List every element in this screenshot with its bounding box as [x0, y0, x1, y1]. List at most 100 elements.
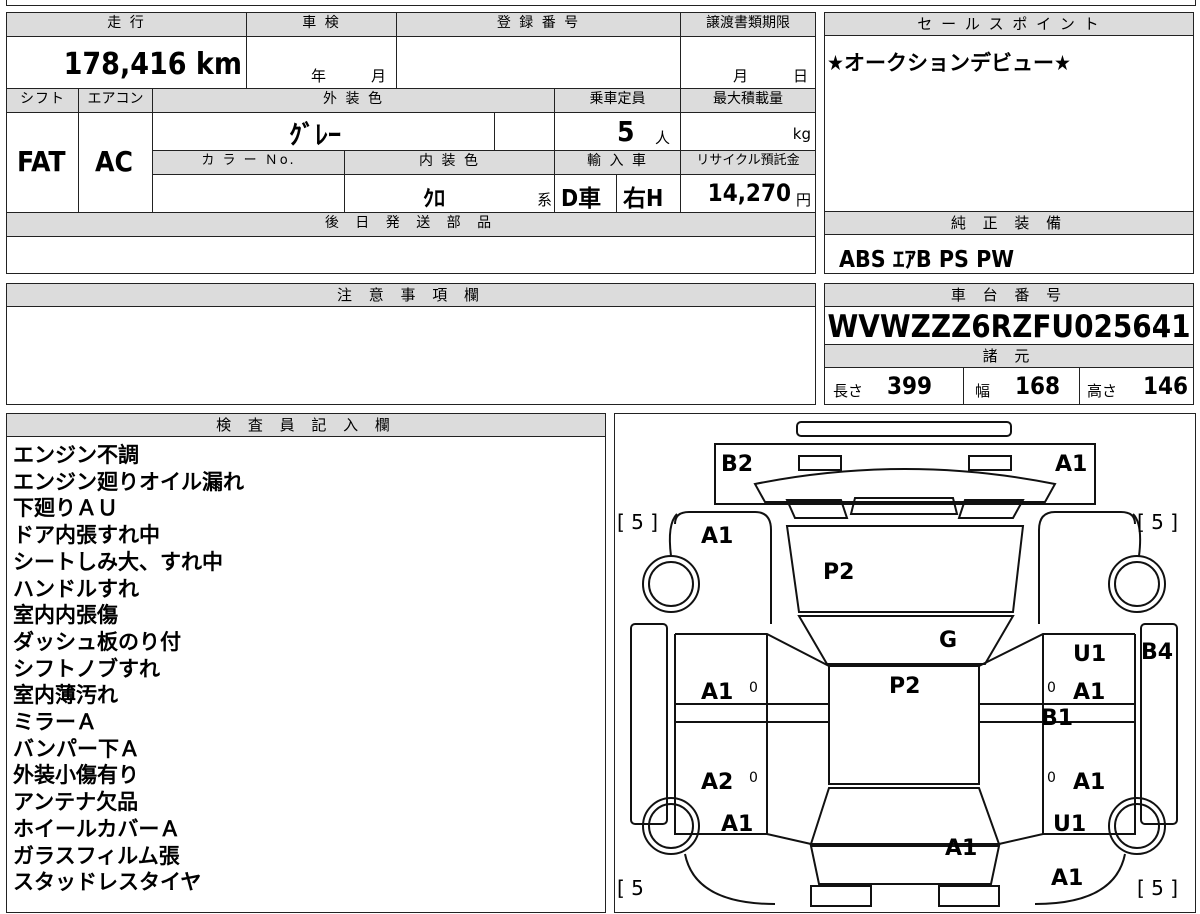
shift-cell: FAT — [7, 113, 79, 213]
mark-windshield: G — [939, 628, 958, 653]
color-no-cell — [153, 175, 345, 213]
ac-cell: AC — [79, 113, 153, 213]
mark-right-front-door-2: A1 — [1073, 680, 1106, 705]
sales-point-box: セ ー ル ス ポ イ ン ト ★オークションデビュー★ — [824, 12, 1194, 212]
sales-point-text: ★オークションデビュー★ — [827, 51, 1071, 75]
inspector-item: 室内内張傷 — [13, 603, 118, 628]
transfer-month: 月 — [733, 67, 749, 85]
zero-right-front: 0 — [1047, 680, 1056, 696]
length-label: 長さ — [833, 382, 864, 400]
mark-right-rear-door: A1 — [1073, 770, 1106, 795]
transfer-day: 日 — [793, 67, 809, 85]
width-label: 幅 — [975, 382, 991, 400]
car-outline — [630, 421, 1178, 907]
inspector-item: ホイールカバーＡ — [13, 816, 181, 841]
inspector-list: エンジン不調 エンジン廻りオイル漏れ 下廻りＡＵ ドア内張すれ中 シートしみ大、すれ中ハ… — [13, 442, 244, 896]
inspector-item: バンパー下Ａ — [13, 736, 141, 761]
import-label: 輸 入 車 — [555, 151, 681, 175]
capacity-label: 乗車定員 — [555, 89, 681, 113]
inspector-item: シートしみ大、すれ中 — [13, 549, 223, 574]
mark-front-left: B2 — [721, 452, 754, 477]
import-h-value: 右H — [623, 186, 664, 212]
max-load-unit: kg — [792, 125, 811, 143]
shaken-label: 車 検 — [247, 13, 397, 37]
recycle-value: 14,270 — [707, 179, 791, 207]
inspector-item: 室内薄汚れ — [13, 683, 118, 708]
zero-left-front: 0 — [749, 680, 758, 696]
int-color-label: 内 装 色 — [345, 151, 555, 175]
recycle-unit: 円 — [795, 191, 811, 209]
import-d-value: D車 — [561, 186, 602, 212]
recycle-cell: 14,270 円 — [681, 175, 815, 213]
color-no-label: カ ラ ー Ｎo. — [153, 151, 345, 175]
notes-label: 注 意 事 項 欄 — [7, 284, 815, 307]
mark-left-rear-door: A2 — [701, 770, 734, 795]
vehicle-diagram: [ 5 ] [ 5 ] [ 5 [ 5 ] B2 A1 A1 P2 G P2 U… — [614, 413, 1196, 913]
chassis-number: WVWZZZ6RZFU025641 — [827, 309, 1191, 345]
ext-color-extra-cell — [495, 113, 555, 151]
specs-label: 諸 元 — [825, 344, 1193, 368]
transfer-deadline-label: 譲渡書類期限 — [681, 13, 815, 37]
capacity-unit: 人 — [655, 129, 671, 147]
mark-rear-right: A1 — [1051, 866, 1084, 891]
mark-right-front-door: U1 — [1073, 642, 1107, 667]
capacity-value: 5 — [617, 115, 635, 148]
int-color-value: ｸﾛ — [423, 187, 446, 212]
mark-front-right: A1 — [1055, 452, 1088, 477]
inspector-item: アンテナ欠品 — [13, 790, 139, 815]
recycle-label: リサイクル預託金 — [681, 151, 815, 175]
notes-box: 注 意 事 項 欄 — [6, 283, 816, 405]
mark-left-rear-fender: A1 — [721, 812, 754, 837]
chassis-label: 車 台 番 号 — [825, 284, 1193, 307]
vehicle-info-table: 走 行 車 検 登 録 番 号 譲渡書類期限 178,416 km 年 月 月 … — [6, 12, 816, 274]
capacity-cell: 5 人 — [555, 113, 681, 151]
import-h-cell: 右H — [617, 175, 681, 213]
tire-rear-left: [ 5 — [617, 876, 644, 900]
ext-color-cell: ｸﾞﾚｰ — [153, 113, 495, 151]
height-label: 高さ — [1087, 382, 1118, 400]
inspector-box: 検 査 員 記 入 欄 エンジン不調 エンジン廻りオイル漏れ 下廻りＡＵ ドア内張すれ… — [6, 413, 606, 913]
inspector-item: シフトノブすれ — [13, 656, 160, 681]
ac-value: AC — [95, 145, 133, 178]
mark-roof: P2 — [889, 674, 921, 699]
mark-right-rear-fender: U1 — [1053, 812, 1087, 837]
mileage-label: 走 行 — [7, 13, 247, 37]
shift-label: シフト — [7, 89, 79, 113]
shaken-year: 年 — [311, 67, 327, 85]
width-cell: 幅 168 — [965, 368, 1080, 404]
inspector-label: 検 査 員 記 入 欄 — [7, 414, 605, 437]
length-value: 399 — [887, 372, 933, 400]
max-load-cell: kg — [681, 113, 815, 151]
equipment-box: 純 正 装 備 ABS ｴｱB PS PW — [824, 212, 1194, 274]
ac-label: エアコン — [79, 89, 153, 113]
later-parts-cell — [7, 237, 815, 273]
chassis-box: 車 台 番 号 WVWZZZ6RZFU025641 諸 元 長さ 399 幅 1… — [824, 283, 1194, 405]
import-d-cell: D車 — [555, 175, 617, 213]
tire-front-right: [ 5 ] — [1137, 510, 1179, 534]
height-value: 146 — [1143, 372, 1189, 400]
zero-left-rear: 0 — [749, 770, 758, 786]
inspector-item: スタッドレスタイヤ — [13, 870, 202, 895]
mark-trunk: A1 — [945, 836, 978, 861]
later-parts-label: 後 日 発 送 部 品 — [7, 213, 815, 237]
zero-right-rear: 0 — [1047, 770, 1056, 786]
reg-no-cell — [397, 37, 681, 89]
equipment-text: ABS ｴｱB PS PW — [839, 247, 1015, 273]
top-strip — [6, 0, 1196, 6]
inspector-item: ミラーＡ — [13, 710, 97, 735]
shaken-month: 月 — [371, 67, 387, 85]
inspector-item: エンジン廻りオイル漏れ — [13, 469, 244, 494]
height-cell: 高さ 146 — [1081, 368, 1193, 404]
tire-rear-right: [ 5 ] — [1137, 876, 1179, 900]
sales-point-label: セ ー ル ス ポ イ ン ト — [825, 13, 1193, 36]
int-color-cell: ｸﾛ 系 — [345, 175, 555, 213]
ext-color-label: 外 装 色 — [153, 89, 555, 113]
length-cell: 長さ 399 — [825, 368, 964, 404]
inspector-item: 下廻りＡＵ — [13, 496, 118, 521]
mark-hood: P2 — [823, 560, 855, 585]
inspector-item: ガラスフィルム張 — [13, 843, 180, 868]
mark-right-sill: B1 — [1041, 706, 1074, 731]
inspector-item: ダッシュ板のり付 — [13, 629, 181, 654]
width-value: 168 — [1015, 372, 1061, 400]
equipment-label: 純 正 装 備 — [825, 212, 1193, 235]
